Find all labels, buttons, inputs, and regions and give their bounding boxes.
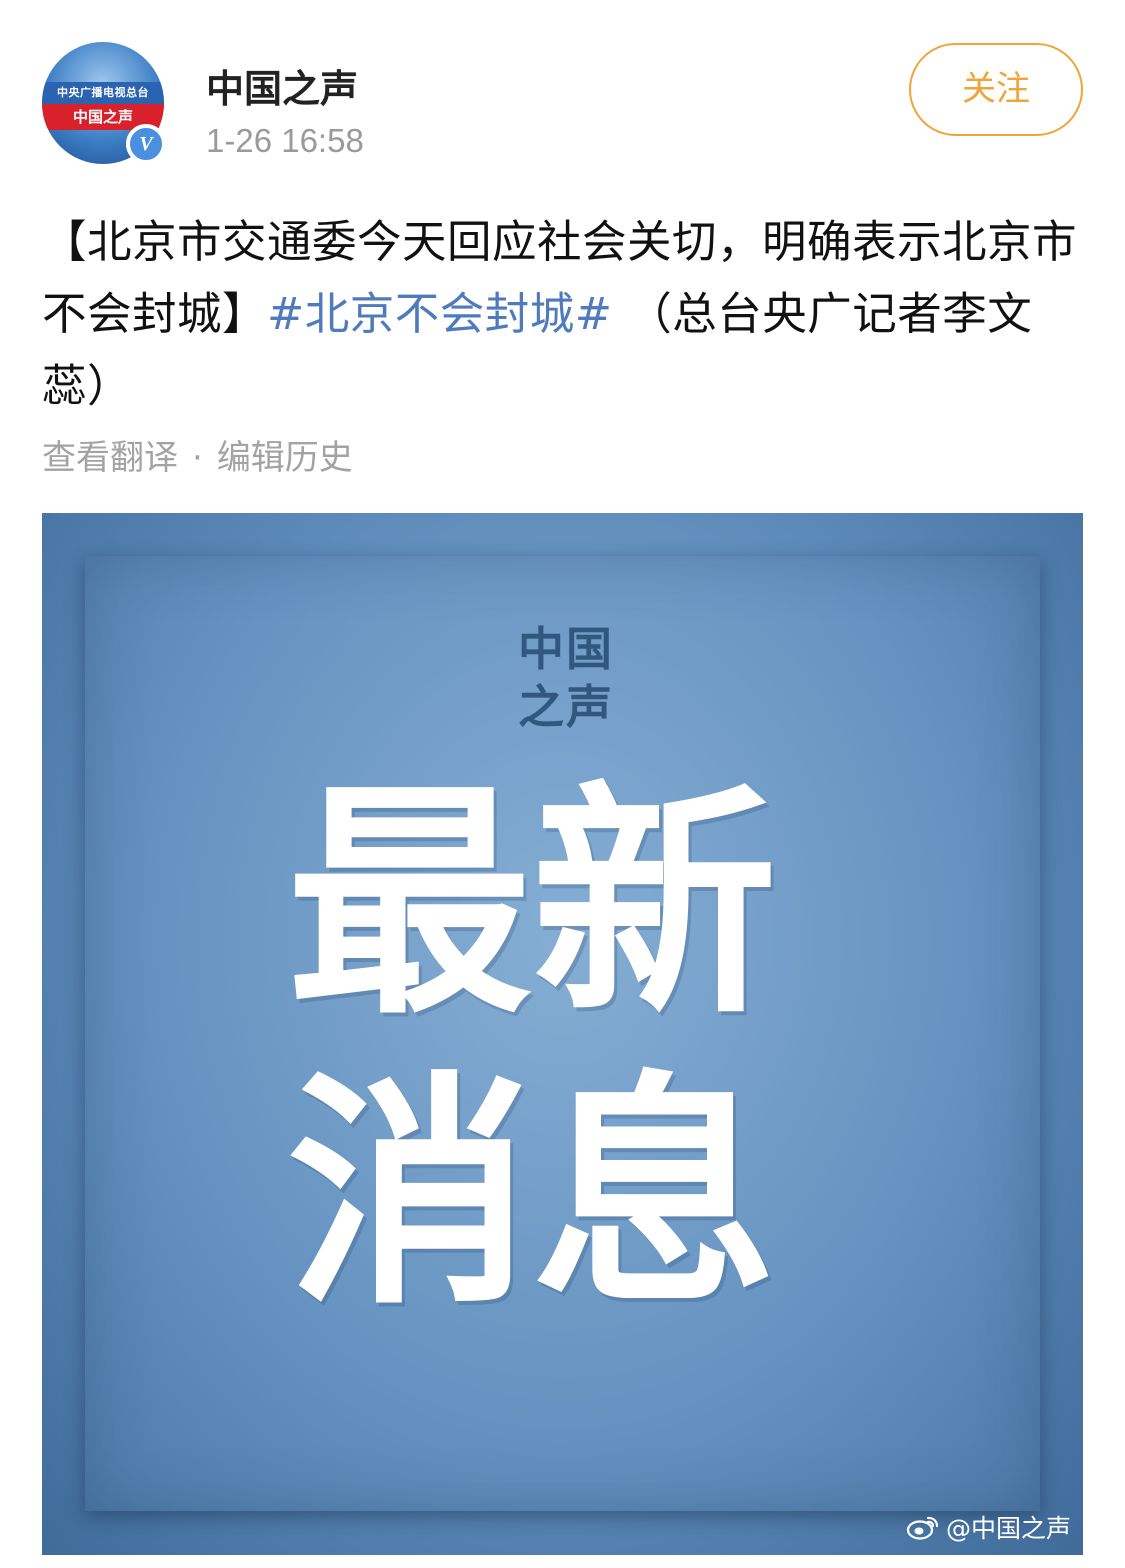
weibo-logo-icon bbox=[906, 1516, 939, 1540]
image-logo-mark: 中国之声 bbox=[518, 622, 614, 734]
hashtag-link[interactable]: #北京不会封城# bbox=[267, 289, 613, 340]
translate-link[interactable]: 查看翻译 bbox=[42, 438, 178, 478]
meta-separator: · bbox=[192, 438, 203, 478]
follow-button[interactable]: 关注 bbox=[909, 43, 1083, 136]
image-watermark: @中国之声 bbox=[906, 1509, 1071, 1545]
post-meta-links: 查看翻译 · 编辑历史 bbox=[42, 430, 353, 479]
post-timestamp: 1-26 16:58 bbox=[206, 122, 364, 159]
edit-history-link[interactable]: 编辑历史 bbox=[217, 438, 353, 478]
account-name[interactable]: 中国之声 bbox=[206, 58, 358, 113]
post-text: 【北京市交通委今天回应社会关切，明确表示北京市不会封城】#北京不会封城# （总台… bbox=[42, 207, 1087, 423]
verified-badge-icon: V bbox=[126, 124, 166, 164]
headline-line1: 最新 bbox=[287, 762, 777, 1047]
headline-line2: 消息 bbox=[287, 1052, 777, 1337]
post-image[interactable]: 中国之声 最新 消息 @中国之声 bbox=[42, 513, 1083, 1555]
watermark-text: @中国之声 bbox=[945, 1514, 1071, 1543]
avatar-line1: 中央广播电视总台 bbox=[42, 82, 164, 104]
weibo-post: 中央广播电视总台 中国之声 V 中国之声 1-26 16:58 关注 【北京市交… bbox=[0, 0, 1125, 1568]
